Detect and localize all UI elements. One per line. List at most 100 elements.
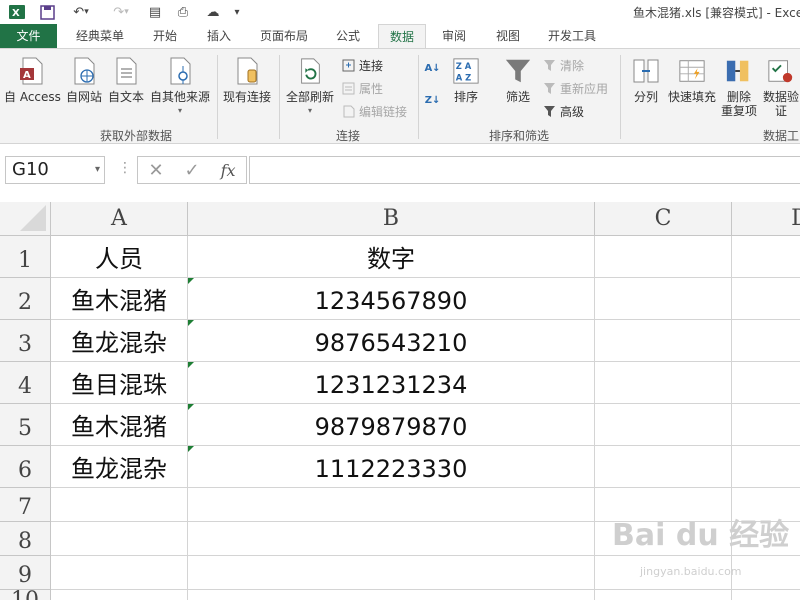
- sort-descending-button[interactable]: Z↓: [425, 93, 441, 108]
- cell-d10[interactable]: [732, 590, 800, 600]
- save-icon[interactable]: [36, 2, 58, 22]
- cell-d1[interactable]: [732, 236, 800, 278]
- print-preview-icon[interactable]: ⎙: [172, 2, 194, 22]
- undo-icon[interactable]: ↶ ▾: [64, 2, 98, 22]
- cell-c2[interactable]: [595, 278, 732, 320]
- cell-b8[interactable]: [188, 522, 595, 556]
- cell-b5[interactable]: 9879879870: [188, 404, 595, 446]
- cell-b4[interactable]: 1231231234: [188, 362, 595, 404]
- edit-links-button[interactable]: 编辑链接: [341, 103, 407, 120]
- sort-button[interactable]: Z AA Z 排序: [452, 55, 480, 104]
- column-header-b[interactable]: B: [188, 202, 595, 236]
- group-label-connections: 连接: [336, 129, 361, 143]
- select-all-button[interactable]: [0, 202, 51, 236]
- name-box[interactable]: G10 ▾: [5, 156, 105, 184]
- cell-b2[interactable]: 1234567890: [188, 278, 595, 320]
- customize-toolbar-icon[interactable]: ▾: [230, 2, 244, 22]
- row-header-5[interactable]: 5: [0, 404, 51, 446]
- title-bar: X ↶ ▾ ↷ ▾ ▤ ⎙ ☁ ▾ 鱼木混猪.xls [兼容模式] - Exce: [0, 0, 800, 24]
- cell-d2[interactable]: [732, 278, 800, 320]
- row-header-3[interactable]: 3: [0, 320, 51, 362]
- data-validation-button[interactable]: 数据验 证: [763, 55, 799, 118]
- cell-a4[interactable]: 鱼目混珠: [51, 362, 188, 404]
- row-header-7[interactable]: 7: [0, 488, 51, 522]
- other-sources-icon: [166, 55, 194, 87]
- cell-d9[interactable]: [732, 556, 800, 590]
- cell-c6[interactable]: [595, 446, 732, 488]
- refresh-all-button[interactable]: 全部刷新 ▾: [286, 55, 334, 118]
- cell-a2[interactable]: 鱼木混猪: [51, 278, 188, 320]
- form-icon[interactable]: ▤: [144, 2, 166, 22]
- reapply-button[interactable]: 重新应用: [542, 80, 608, 97]
- tab-formulas[interactable]: 公式: [326, 24, 370, 48]
- cloud-icon[interactable]: ☁: [202, 2, 224, 22]
- tab-insert[interactable]: 插入: [197, 24, 241, 48]
- sort-ascending-button[interactable]: A↓: [424, 61, 440, 76]
- tab-review[interactable]: 审阅: [434, 24, 474, 48]
- row-header-4[interactable]: 4: [0, 362, 51, 404]
- filter-button[interactable]: 筛选: [504, 55, 532, 104]
- cell-a5[interactable]: 鱼木混猪: [51, 404, 188, 446]
- cell-a10[interactable]: [51, 590, 188, 600]
- tab-page-layout[interactable]: 页面布局: [252, 24, 316, 48]
- from-access-button[interactable]: A 自 Access: [4, 55, 61, 104]
- cell-b10[interactable]: [188, 590, 595, 600]
- formula-input[interactable]: [249, 156, 800, 184]
- tab-classic-menu[interactable]: 经典菜单: [66, 24, 134, 48]
- remove-duplicates-button[interactable]: 删除 重复项: [721, 55, 757, 118]
- cell-c1[interactable]: [595, 236, 732, 278]
- row-header-6[interactable]: 6: [0, 446, 51, 488]
- tab-view[interactable]: 视图: [486, 24, 530, 48]
- cell-d5[interactable]: [732, 404, 800, 446]
- cancel-icon[interactable]: ✕: [148, 160, 163, 181]
- cell-d4[interactable]: [732, 362, 800, 404]
- cell-a3[interactable]: 鱼龙混杂: [51, 320, 188, 362]
- cell-b3[interactable]: 9876543210: [188, 320, 595, 362]
- cell-a9[interactable]: [51, 556, 188, 590]
- row-header-2[interactable]: 2: [0, 278, 51, 320]
- column-header-c[interactable]: C: [595, 202, 732, 236]
- row-header-9[interactable]: 9: [0, 556, 51, 590]
- from-text-button[interactable]: 自文本: [108, 55, 144, 104]
- existing-connections-button[interactable]: 现有连接: [223, 55, 271, 104]
- cell-d6[interactable]: [732, 446, 800, 488]
- cell-a1[interactable]: 人员: [51, 236, 188, 278]
- cell-c5[interactable]: [595, 404, 732, 446]
- tab-file[interactable]: 文件: [0, 24, 57, 48]
- tab-home[interactable]: 开始: [143, 24, 187, 48]
- from-web-button[interactable]: 自网站: [66, 55, 102, 104]
- cell-a8[interactable]: [51, 522, 188, 556]
- column-header-d[interactable]: D: [732, 202, 800, 236]
- insert-function-button[interactable]: fx: [221, 161, 236, 180]
- enter-check-icon[interactable]: ✓: [185, 160, 200, 181]
- cell-c4[interactable]: [595, 362, 732, 404]
- cell-a6[interactable]: 鱼龙混杂: [51, 446, 188, 488]
- cell-c3[interactable]: [595, 320, 732, 362]
- clear-filter-button[interactable]: 清除: [542, 57, 584, 74]
- flash-fill-button[interactable]: 快速填充: [668, 55, 716, 104]
- row-header-8[interactable]: 8: [0, 522, 51, 556]
- row-header-1[interactable]: 1: [0, 236, 51, 278]
- tab-data[interactable]: 数据: [378, 24, 426, 49]
- cell-b7[interactable]: [188, 488, 595, 522]
- from-other-sources-button[interactable]: 自其他来源 ▾: [150, 55, 210, 118]
- text-file-icon: [112, 55, 140, 87]
- cell-c10[interactable]: [595, 590, 732, 600]
- advanced-filter-button[interactable]: 高级: [542, 103, 584, 120]
- row-header-10[interactable]: 10: [0, 590, 51, 600]
- cell-b1[interactable]: 数字: [188, 236, 595, 278]
- text-to-columns-button[interactable]: 分列: [632, 55, 660, 104]
- name-box-dropdown-icon[interactable]: ▾: [95, 157, 100, 183]
- properties-button[interactable]: 属性: [341, 80, 383, 97]
- sort-dialog-icon: Z AA Z: [452, 55, 480, 87]
- formula-bar-grip-icon[interactable]: ⋮: [118, 160, 132, 176]
- connections-button[interactable]: 连接: [341, 57, 383, 74]
- cell-d3[interactable]: [732, 320, 800, 362]
- ribbon-separator: [620, 55, 621, 139]
- cell-b9[interactable]: [188, 556, 595, 590]
- cell-a7[interactable]: [51, 488, 188, 522]
- redo-icon[interactable]: ↷ ▾: [104, 2, 138, 22]
- tab-developer[interactable]: 开发工具: [540, 24, 604, 48]
- column-header-a[interactable]: A: [51, 202, 188, 236]
- cell-b6[interactable]: 1112223330: [188, 446, 595, 488]
